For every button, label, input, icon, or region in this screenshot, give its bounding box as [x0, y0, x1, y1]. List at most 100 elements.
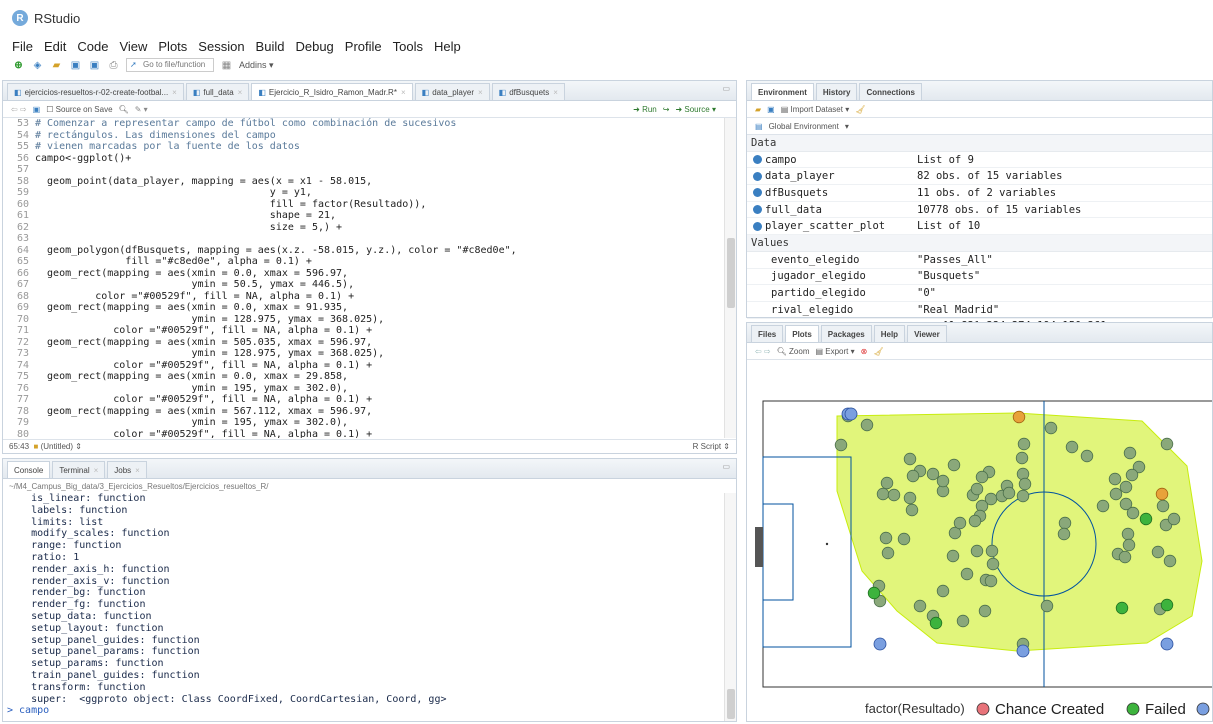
editor-tab[interactable]: ◧ data_player × [414, 83, 490, 100]
editor-scrollbar[interactable] [724, 118, 736, 438]
back-icon[interactable]: ⇦ ⇨ [11, 105, 27, 114]
code-line: 53 # Comenzar a representar campo de fútb… [7, 118, 722, 130]
close-icon[interactable]: × [238, 88, 243, 97]
line-text: fill = factor(Resultado)), [35, 198, 427, 210]
expand-icon[interactable] [753, 221, 762, 231]
env-row[interactable]: campo List of 9 [747, 152, 1212, 169]
export-button[interactable]: ▤ Export ▾ [815, 347, 854, 356]
minimize-icon[interactable]: ▭ [722, 84, 730, 93]
menu-tools[interactable]: Tools [393, 39, 423, 54]
console-output[interactable]: is_linear: function labels: function lim… [3, 493, 736, 717]
expand-icon[interactable] [753, 155, 762, 165]
tab-files[interactable]: Files [751, 325, 784, 342]
env-row[interactable]: partido_elegido "0" [747, 285, 1212, 302]
env-scope[interactable]: ▤ Global Environment ▾ [747, 118, 1212, 135]
tab-viewer[interactable]: Viewer [907, 325, 947, 342]
expand-icon[interactable] [753, 188, 762, 198]
save-icon[interactable]: ▣ [33, 105, 41, 114]
line-text: size = 5,) + [35, 221, 343, 233]
menu-help[interactable]: Help [434, 39, 461, 54]
source-button[interactable]: ➜ Source ▾ [675, 105, 716, 114]
close-icon[interactable]: × [135, 466, 140, 475]
expand-icon[interactable] [753, 171, 762, 181]
remove-plot-icon[interactable]: ⊗ [861, 347, 868, 356]
print-icon[interactable]: ⎙ [107, 59, 120, 72]
console-tab[interactable]: Terminal × [52, 461, 106, 478]
close-icon[interactable]: × [94, 466, 99, 475]
broom-icon[interactable]: 🧹︎ [873, 347, 883, 356]
addins-menu[interactable]: Addins ▾ [239, 60, 274, 71]
tab-help[interactable]: Help [873, 325, 906, 342]
editor-tab[interactable]: ◧ Ejercicio_R_Isidro_Ramon_Madr.R* × [251, 83, 413, 100]
menu-edit[interactable]: Edit [44, 39, 66, 54]
new-file-icon[interactable]: ⊕ [12, 59, 25, 72]
console-tab[interactable]: Console [7, 461, 51, 478]
env-row[interactable]: data_player 82 obs. of 15 variables [747, 168, 1212, 186]
back-icon[interactable]: ⇦ ⇨ [755, 347, 771, 356]
rerun-icon[interactable]: ↪ [663, 105, 670, 114]
editor-tab[interactable]: ◧ ejercicios-resueltos-r-02-create-footba… [7, 83, 184, 100]
menu-profile[interactable]: Profile [345, 39, 382, 54]
new-project-icon[interactable]: ◈ [31, 59, 44, 72]
menu-file[interactable]: File [12, 39, 33, 54]
scroll-thumb[interactable] [727, 238, 735, 308]
env-row[interactable]: player_scatter_plot List of 10 [747, 218, 1212, 236]
console-line: modify_scales: function [7, 528, 170, 540]
close-icon[interactable]: × [478, 88, 483, 97]
tab-packages[interactable]: Packages [820, 325, 872, 342]
data-point [1123, 446, 1137, 460]
tab-plots[interactable]: Plots [785, 325, 819, 342]
menu-debug[interactable]: Debug [295, 39, 333, 54]
menu-build[interactable]: Build [256, 39, 285, 54]
zoom-button[interactable]: 🔍︎ Zoom [777, 347, 810, 356]
env-row[interactable]: rival_elegido "Real Madrid" [747, 302, 1212, 319]
search-icon[interactable]: 🔍︎ [119, 105, 129, 114]
data-point [986, 557, 1000, 571]
import-dataset-button[interactable]: ▤ Import Dataset ▾ [781, 105, 850, 114]
env-row[interactable]: jugador_elegido "Busquets" [747, 269, 1212, 286]
data-point [968, 514, 982, 528]
code-editor[interactable]: 53 # Comenzar a representar campo de fútb… [7, 118, 722, 438]
env-row[interactable]: dfBusquets 11 obs. of 2 variables [747, 185, 1212, 202]
open-file-icon[interactable]: ▰ [50, 59, 63, 72]
menu-session[interactable]: Session [198, 39, 244, 54]
tab-connections[interactable]: Connections [859, 83, 922, 100]
save-icon[interactable]: ▣ [69, 59, 82, 72]
menu-code[interactable]: Code [77, 39, 108, 54]
menu-plots[interactable]: Plots [158, 39, 187, 54]
line-number: 72 [16, 336, 29, 348]
wand-icon[interactable]: ✎ ▾ [135, 105, 148, 114]
env-row[interactable]: full_data 10778 obs. of 15 variables [747, 202, 1212, 219]
close-icon[interactable]: × [401, 88, 406, 97]
close-icon[interactable]: × [553, 88, 558, 97]
data-point [1109, 487, 1123, 501]
grid-icon[interactable]: ▦ [220, 59, 233, 72]
source-on-save-checkbox[interactable]: ☐ Source on Save [46, 105, 112, 114]
goto-file-input[interactable]: ➚ Go to file/function [126, 58, 214, 72]
broom-icon[interactable]: 🧹︎ [855, 105, 865, 114]
menu-view[interactable]: View [119, 39, 147, 54]
file-type-menu[interactable]: R Script ⇕ [693, 442, 730, 451]
scroll-thumb[interactable] [727, 689, 735, 719]
save-all-icon[interactable]: ▣ [88, 59, 101, 72]
tab-history[interactable]: History [815, 83, 858, 100]
save-icon[interactable]: ▣ [767, 105, 775, 114]
line-text: # rectángulos. Las dimensiones del campo [35, 129, 276, 141]
minimize-icon[interactable]: ▭ [722, 462, 730, 471]
code-line: 69 geom_rect(mapping = aes(xmin = 0.0, x… [7, 302, 722, 314]
line-number: 71 [16, 325, 29, 336]
data-point [953, 516, 967, 530]
console-scrollbar[interactable] [724, 493, 736, 721]
close-icon[interactable]: × [172, 88, 177, 97]
load-icon[interactable]: ▰ [755, 105, 761, 114]
run-button[interactable]: ➜ Run [633, 105, 657, 114]
console-tab[interactable]: Jobs × [107, 461, 147, 478]
editor-tab[interactable]: ◧ full_data × [185, 83, 250, 100]
env-value: List of 9 [917, 153, 974, 166]
env-row[interactable]: evento_elegido "Passes_All" [747, 252, 1212, 269]
editor-tab[interactable]: ◧ dfBusquets × [491, 83, 565, 100]
tab-environment[interactable]: Environment [751, 83, 814, 100]
expand-icon[interactable] [753, 205, 762, 215]
env-value: "0" [917, 287, 936, 300]
line-text: color ="#00529f", fill = NA, alpha = 0.1… [35, 359, 373, 371]
